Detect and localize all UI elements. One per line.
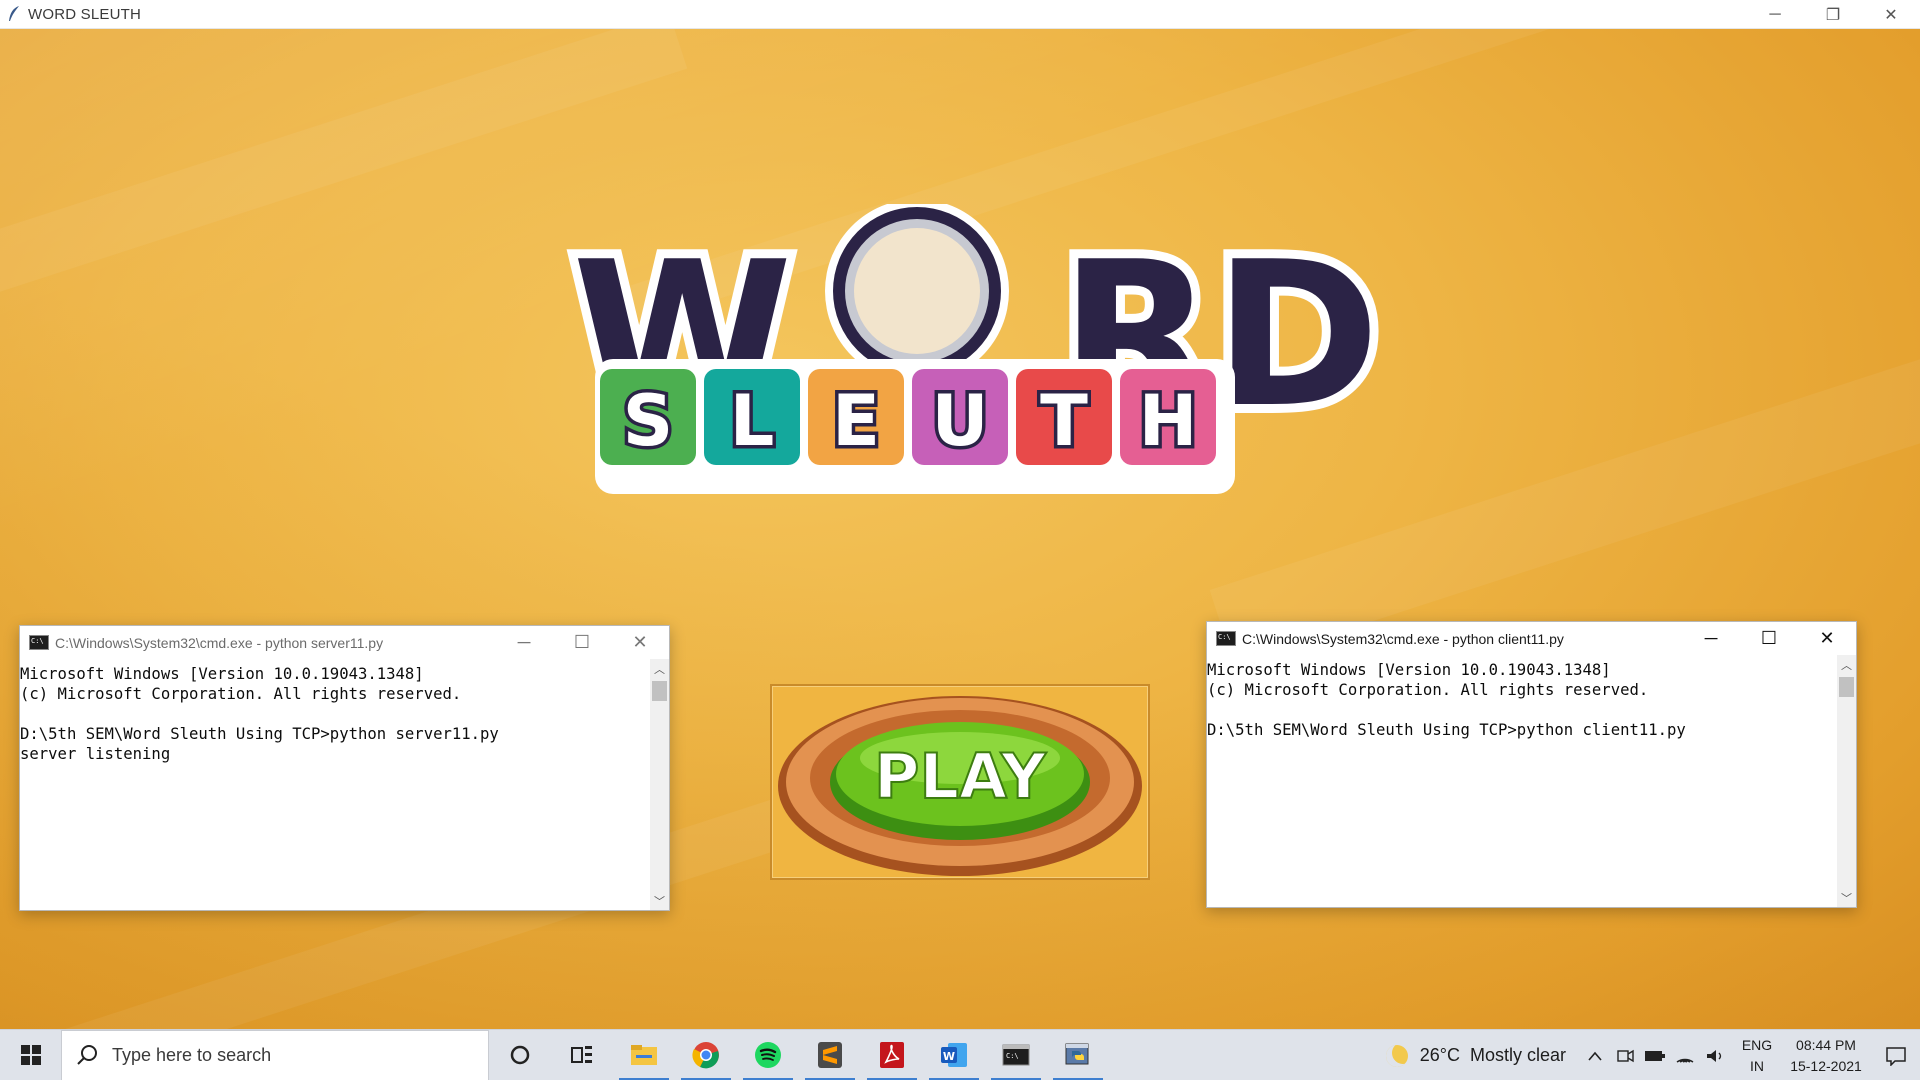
- spotify-button[interactable]: [737, 1030, 799, 1080]
- start-button[interactable]: [0, 1030, 61, 1080]
- cmd-icon: [29, 635, 49, 650]
- task-view-button[interactable]: [551, 1030, 613, 1080]
- language-indicator[interactable]: ENG IN: [1734, 1035, 1780, 1077]
- action-center-button[interactable]: [1872, 1030, 1920, 1080]
- chevron-up-icon: [1588, 1051, 1602, 1061]
- system-tray: 26°C Mostly clear ENG IN 08:44 PM 15-12-…: [1385, 1030, 1920, 1080]
- client-console-output[interactable]: Microsoft Windows [Version 10.0.19043.13…: [1207, 655, 1837, 907]
- logo-tile-letter: U: [932, 380, 989, 462]
- language-code: ENG: [1741, 1036, 1773, 1053]
- search-icon: [77, 1045, 97, 1065]
- app-title-bar: WORD SLEUTH ─ ❐ ✕: [0, 0, 1920, 29]
- show-hidden-icons-button[interactable]: [1580, 1030, 1610, 1080]
- language-region: IN: [1750, 1057, 1764, 1074]
- weather-condition: Mostly clear: [1469, 1045, 1566, 1065]
- word-icon: W: [941, 1043, 967, 1067]
- svg-text:C:\: C:\: [1006, 1052, 1019, 1060]
- play-label: PLAY: [874, 740, 1047, 813]
- server-console-title: C:\Windows\System32\cmd.exe - python ser…: [55, 634, 384, 651]
- taskbar-search-box[interactable]: Type here to search: [61, 1029, 489, 1080]
- volume-icon: [1707, 1049, 1722, 1062]
- svg-text:W: W: [943, 1050, 955, 1063]
- python-button[interactable]: [1047, 1030, 1109, 1080]
- taskbar-clock[interactable]: 08:44 PM 15-12-2021: [1780, 1035, 1872, 1077]
- client-console-title: C:\Windows\System32\cmd.exe - python cli…: [1242, 630, 1564, 647]
- volume-button[interactable]: [1700, 1030, 1730, 1080]
- clock-date: 15-12-2021: [1790, 1057, 1862, 1074]
- chrome-button[interactable]: [675, 1030, 737, 1080]
- scroll-down-icon[interactable]: ﹀: [650, 891, 669, 910]
- scroll-thumb[interactable]: [652, 681, 667, 701]
- restore-button[interactable]: ❐: [1804, 0, 1862, 29]
- server-console-output[interactable]: Microsoft Windows [Version 10.0.19043.13…: [20, 659, 650, 910]
- word-button[interactable]: W: [923, 1030, 985, 1080]
- cmd-button[interactable]: C:\: [985, 1030, 1047, 1080]
- python-icon: [1065, 1043, 1089, 1065]
- search-placeholder: Type here to search: [112, 1044, 272, 1065]
- battery-button[interactable]: [1640, 1030, 1670, 1080]
- weather-temp: 26°C: [1419, 1045, 1460, 1065]
- battery-icon: [1645, 1050, 1665, 1061]
- moon-icon: [1385, 1044, 1408, 1067]
- spotify-icon: [755, 1042, 781, 1068]
- scroll-up-icon[interactable]: ︿: [650, 659, 669, 678]
- wifi-icon: [1676, 1058, 1694, 1063]
- server-console-minimize-button[interactable]: ─: [495, 626, 553, 659]
- notification-icon: [1886, 1046, 1906, 1066]
- client-console-minimize-button[interactable]: ─: [1682, 622, 1740, 655]
- server-console-close-button[interactable]: ✕: [611, 626, 669, 659]
- client-console-window[interactable]: C:\Windows\System32\cmd.exe - python cli…: [1206, 621, 1857, 908]
- logo-tile-letter: H: [1139, 380, 1198, 462]
- sublime-text-icon: [818, 1042, 842, 1068]
- client-console-maximize-button[interactable]: ☐: [1740, 622, 1798, 655]
- taskbar: Type here to search W C:\ 26°C Mostly cl…: [0, 1029, 1920, 1080]
- network-button[interactable]: [1670, 1030, 1700, 1080]
- acrobat-icon: [880, 1042, 904, 1068]
- cmd-icon: [1216, 631, 1236, 646]
- logo-tile-letter: E: [832, 380, 880, 462]
- file-explorer-icon: [631, 1045, 657, 1065]
- close-button[interactable]: ✕: [1862, 0, 1920, 29]
- scroll-thumb[interactable]: [1839, 677, 1854, 697]
- logo-tile-letter: L: [730, 380, 775, 462]
- cmd-icon: C:\: [1002, 1044, 1030, 1066]
- window-title: WORD SLEUTH: [28, 5, 142, 23]
- word-sleuth-logo: W RD SLEUTH: [563, 204, 1389, 494]
- cortana-icon: [510, 1045, 530, 1065]
- scroll-up-icon[interactable]: ︿: [1837, 655, 1856, 674]
- client-console-scrollbar[interactable]: ︿ ﹀: [1837, 655, 1856, 907]
- server-console-scrollbar[interactable]: ︿ ﹀: [650, 659, 669, 910]
- scroll-down-icon[interactable]: ﹀: [1837, 888, 1856, 907]
- play-button-graphic: PLAY: [778, 696, 1142, 876]
- cortana-button[interactable]: [489, 1030, 551, 1080]
- meet-now-icon: [1617, 1049, 1634, 1062]
- task-view-icon: [571, 1046, 592, 1063]
- logo-tile-letter: S: [623, 380, 673, 462]
- sublime-text-button[interactable]: [799, 1030, 861, 1080]
- weather-widget[interactable]: 26°C Mostly clear: [1385, 1044, 1566, 1067]
- clock-time: 08:44 PM: [1796, 1036, 1856, 1053]
- game-canvas: W RD SLEUTH PLAY C:\Windows\S: [0, 29, 1920, 1029]
- server-console-window[interactable]: C:\Windows\System32\cmd.exe - python ser…: [19, 625, 670, 911]
- windows-icon: [20, 1045, 41, 1065]
- logo-tile-letter: T: [1040, 380, 1088, 462]
- chrome-icon: [692, 1042, 719, 1069]
- acrobat-button[interactable]: [861, 1030, 923, 1080]
- client-console-close-button[interactable]: ✕: [1798, 622, 1856, 655]
- play-button[interactable]: PLAY: [770, 684, 1150, 880]
- feather-app-icon: [9, 6, 19, 21]
- file-explorer-button[interactable]: [613, 1030, 675, 1080]
- meet-now-button[interactable]: [1610, 1030, 1640, 1080]
- server-console-maximize-button[interactable]: ☐: [553, 626, 611, 659]
- minimize-button[interactable]: ─: [1746, 0, 1804, 29]
